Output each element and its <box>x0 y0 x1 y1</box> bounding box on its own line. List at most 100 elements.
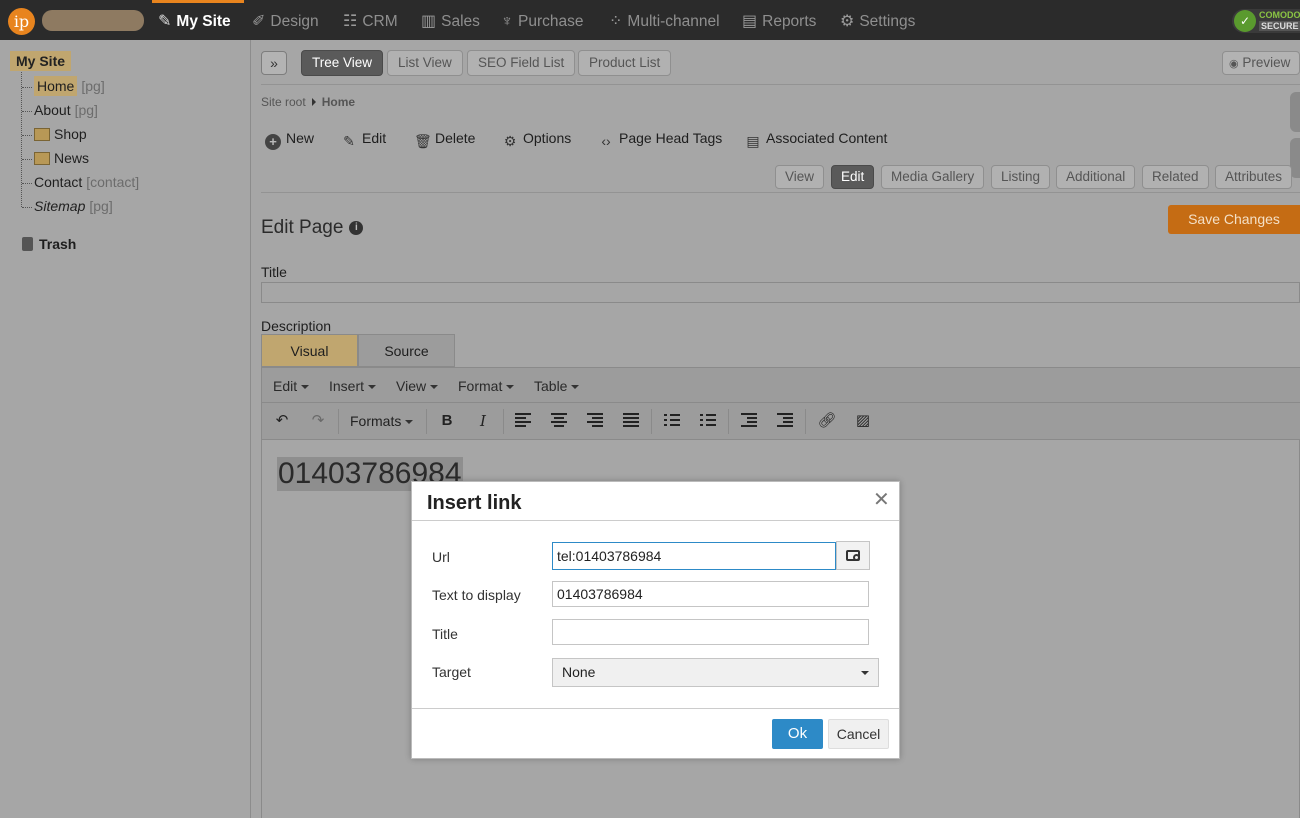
target-select[interactable]: None <box>552 658 879 687</box>
tab-visual[interactable]: Visual <box>261 334 358 367</box>
plus-icon: + <box>265 134 281 150</box>
editor-toolbar: ↶ ↷ Formats B I 🔗︎ ▨ <box>262 403 1300 440</box>
sales-chart-icon: ▥ <box>421 13 437 30</box>
tab-view[interactable]: View <box>775 165 825 189</box>
tab-list-view[interactable]: List View <box>387 50 463 76</box>
tab-attributes[interactable]: Attributes <box>1215 165 1293 189</box>
nav-sales[interactable]: ▥ Sales <box>421 0 480 40</box>
delete-button[interactable]: 🗑︎ Delete <box>414 130 475 149</box>
page-edit-icon: ✎ <box>158 13 172 30</box>
close-icon[interactable]: ✕ <box>873 490 890 510</box>
tab-additional[interactable]: Additional <box>1056 165 1136 189</box>
gear-icon: ⚙ <box>503 133 517 149</box>
options-button[interactable]: ⚙ Options <box>502 130 572 149</box>
editor-menubar: Edit Insert View Format Table <box>262 368 1300 403</box>
new-button[interactable]: + New <box>265 130 314 150</box>
app-logo[interactable]: ip <box>8 8 35 35</box>
align-left-icon[interactable] <box>515 413 531 427</box>
contacts-icon: ☷ <box>343 13 358 30</box>
tab-tree-view[interactable]: Tree View <box>301 50 384 76</box>
tab-product-list[interactable]: Product List <box>578 50 672 76</box>
menu-edit[interactable]: Edit <box>273 378 310 394</box>
eye-icon: ◉ <box>1229 58 1239 70</box>
nav-reports[interactable]: ▤ Reports <box>742 0 816 40</box>
align-center-icon[interactable] <box>551 413 567 427</box>
title-field[interactable] <box>261 282 1300 303</box>
nav-design[interactable]: ✐ Design <box>252 0 319 40</box>
numbered-list-icon[interactable] <box>700 413 716 427</box>
url-input[interactable] <box>552 542 836 570</box>
expand-sidebar-button[interactable]: » <box>261 51 287 75</box>
nav-my-site[interactable]: ✎ My Site <box>152 0 244 40</box>
gear-icon: ⚙ <box>840 13 855 30</box>
preview-button[interactable]: ◉ Preview <box>1222 51 1300 75</box>
link-icon[interactable]: 🔗︎ <box>817 412 837 430</box>
text-to-display-input[interactable] <box>552 581 869 607</box>
caret-down-icon <box>571 385 580 389</box>
bullet-list-icon[interactable] <box>664 413 680 427</box>
caret-down-icon <box>430 385 439 389</box>
nav-settings[interactable]: ⚙ Settings <box>840 0 915 40</box>
title-label: Title <box>432 626 458 642</box>
edit-button[interactable]: ✎ Edit <box>341 130 386 149</box>
nav-purchase[interactable]: ♆ Purchase <box>501 0 583 40</box>
code-icon: ‹› <box>601 133 611 149</box>
menu-format[interactable]: Format <box>458 378 515 394</box>
bold-icon[interactable]: B <box>438 412 456 430</box>
trash-link[interactable]: Trash <box>22 236 76 252</box>
tree-item-news[interactable]: News <box>22 150 89 166</box>
menu-table[interactable]: Table <box>534 378 580 394</box>
info-icon[interactable]: i <box>349 221 364 235</box>
site-selector[interactable] <box>42 10 144 31</box>
indent-icon[interactable] <box>741 413 757 427</box>
target-label: Target <box>432 664 471 680</box>
thumbs-up-icon: ✓ <box>1234 10 1256 32</box>
side-panel-handle[interactable] <box>1290 92 1300 132</box>
top-navigation: ip ✎ My Site ✐ Design ☷ CRM ▥ Sales ♆ Purchas… <box>0 0 1300 40</box>
cancel-button[interactable]: Cancel <box>828 719 889 749</box>
tab-listing[interactable]: Listing <box>991 165 1051 189</box>
browse-button[interactable] <box>836 541 870 570</box>
trash-icon: 🗑︎ <box>414 133 432 149</box>
tree-item-about[interactable]: About [pg] <box>22 102 98 118</box>
menu-view[interactable]: View <box>396 378 439 394</box>
pencil-icon: ✎ <box>343 133 355 149</box>
breadcrumb-root[interactable]: Site root <box>261 95 306 109</box>
outdent-icon[interactable] <box>777 413 793 427</box>
tree-item-shop[interactable]: Shop <box>22 126 87 142</box>
nav-crm[interactable]: ☷ CRM <box>343 0 398 40</box>
italic-icon[interactable]: I <box>474 412 492 430</box>
handshake-icon: ♆ <box>501 13 513 30</box>
tree-item-contact[interactable]: Contact [contact] <box>22 174 139 190</box>
page-head-tags-button[interactable]: ‹› Page Head Tags <box>598 130 722 149</box>
tree-item-home[interactable]: Home [pg] <box>22 76 105 96</box>
security-badge[interactable]: ✓ COMODO SECURE <box>1232 9 1300 33</box>
dialog-header: Insert link ✕ <box>412 482 899 521</box>
align-right-icon[interactable] <box>587 413 603 427</box>
associated-content-button[interactable]: ▤ Associated Content <box>745 130 887 149</box>
site-tree-sidebar: My Site Home [pg] About [pg] Shop News Con… <box>0 40 251 818</box>
redo-icon[interactable]: ↷ <box>308 412 328 430</box>
tab-edit[interactable]: Edit <box>831 165 875 189</box>
formats-dropdown[interactable]: Formats <box>350 412 414 430</box>
tree-item-sitemap[interactable]: Sitemap [pg] <box>22 198 113 214</box>
title-input[interactable] <box>552 619 869 645</box>
image-icon[interactable]: ▨ <box>853 412 873 430</box>
ok-button[interactable]: Ok <box>772 719 823 749</box>
justify-icon[interactable] <box>623 413 639 427</box>
tab-media-gallery[interactable]: Media Gallery <box>881 165 985 189</box>
tab-source[interactable]: Source <box>358 334 455 367</box>
caret-down-icon <box>405 420 414 424</box>
undo-icon[interactable]: ↶ <box>272 412 292 430</box>
folder-icon <box>34 128 50 141</box>
content-list-icon: ▤ <box>746 133 760 149</box>
caret-down-icon <box>861 671 869 675</box>
save-changes-button[interactable]: Save Changes <box>1168 205 1300 234</box>
menu-insert[interactable]: Insert <box>329 378 377 394</box>
tree-root[interactable]: My Site <box>10 51 72 71</box>
nav-multi-channel[interactable]: ⁘ Multi-channel <box>609 0 720 40</box>
tab-seo-field-list[interactable]: SEO Field List <box>467 50 576 76</box>
caret-down-icon <box>301 385 310 389</box>
breadcrumb: Site root Home <box>261 95 355 109</box>
tab-related[interactable]: Related <box>1142 165 1209 189</box>
